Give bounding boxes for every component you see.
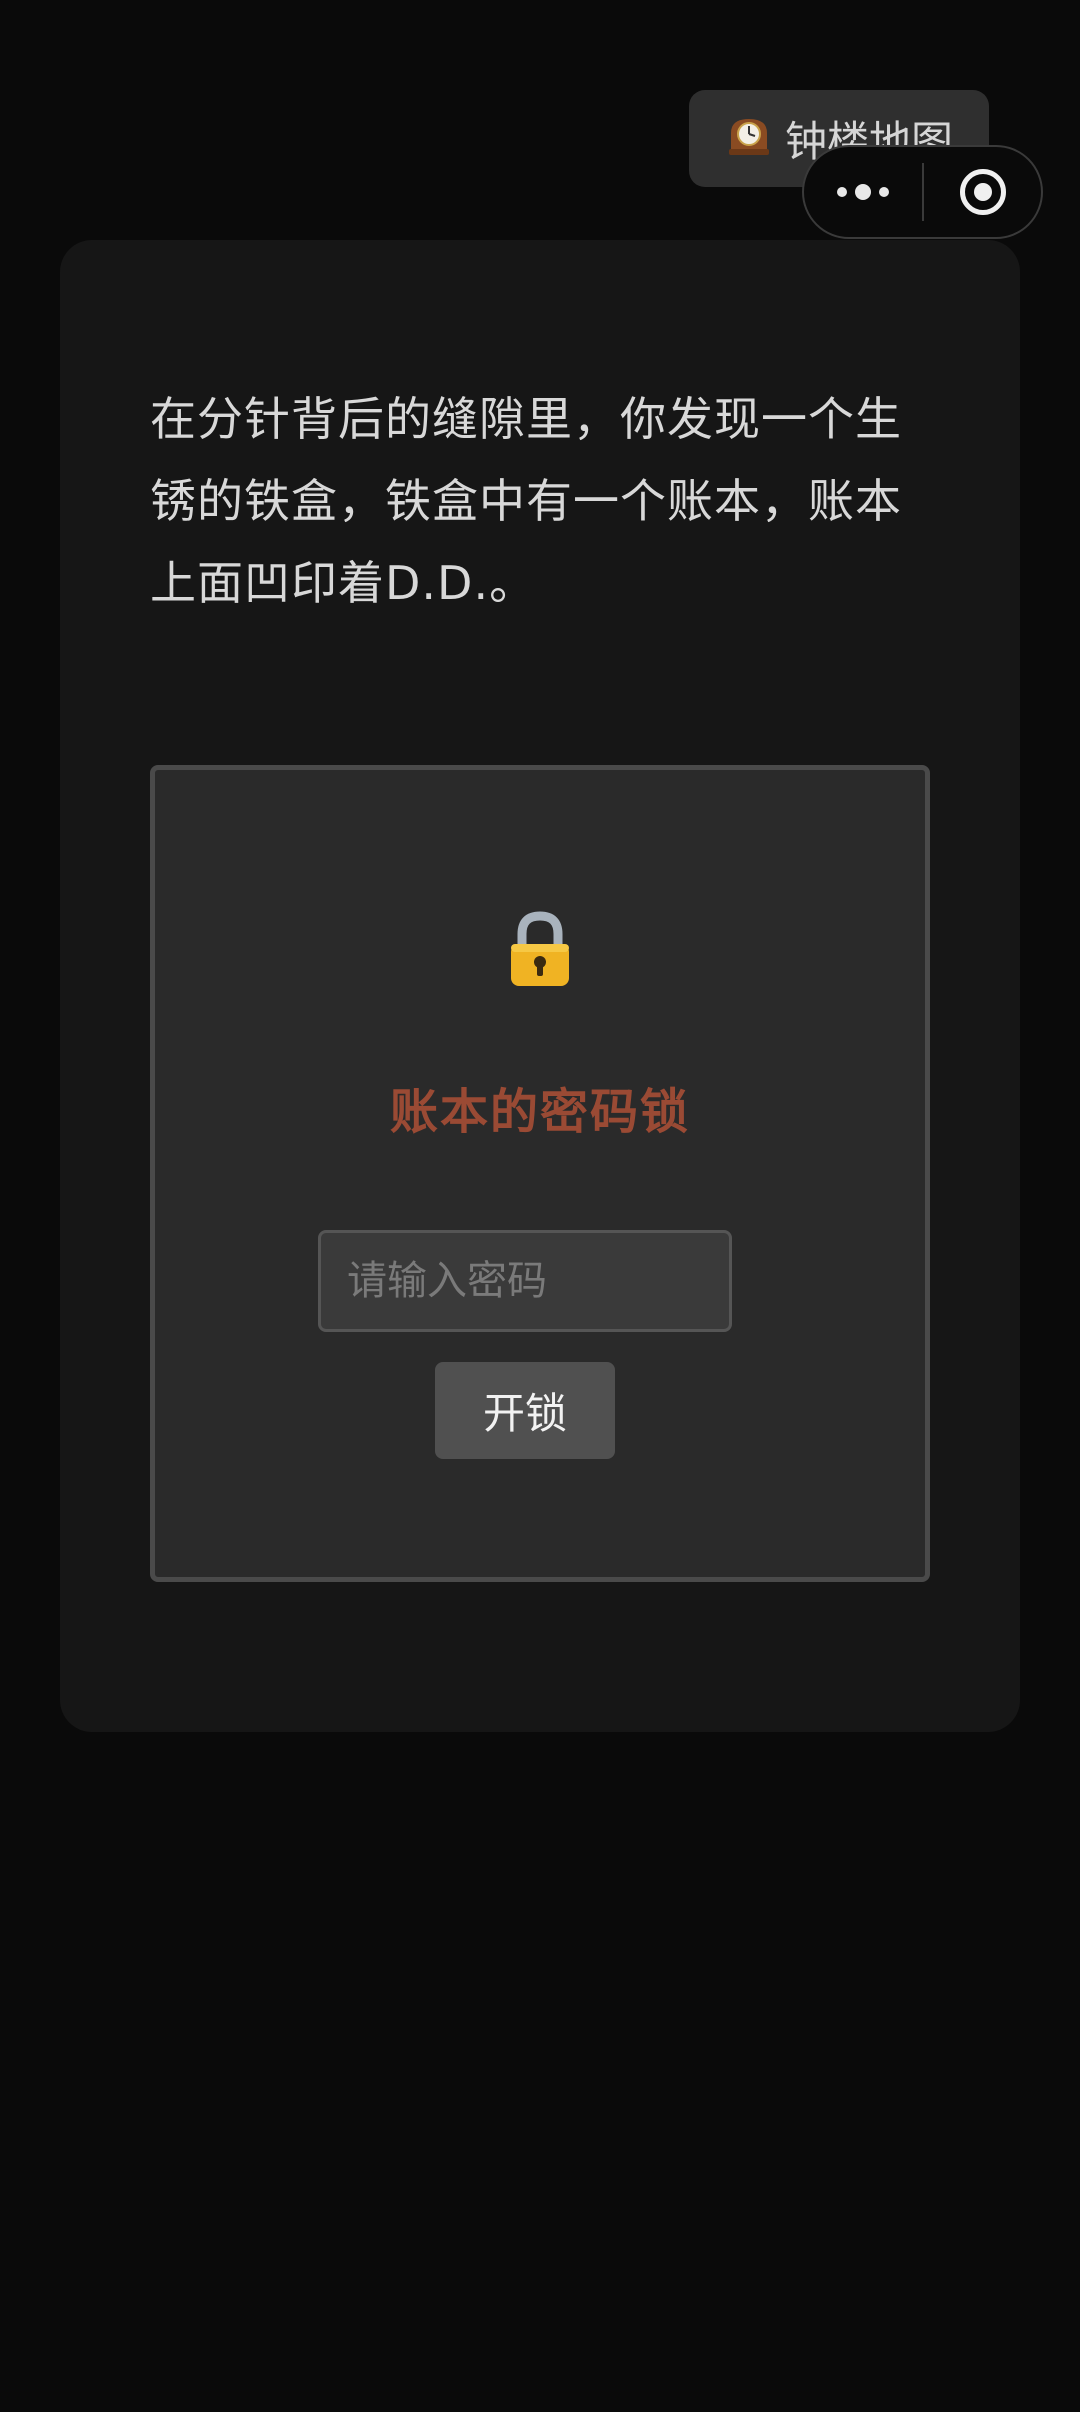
target-circle-icon bbox=[959, 169, 1006, 215]
lock-title: 账本的密码锁 bbox=[389, 1084, 690, 1140]
password-lock-panel: 账本的密码锁 开锁 bbox=[150, 765, 930, 1582]
password-input[interactable] bbox=[318, 1230, 732, 1332]
padlock-icon bbox=[155, 910, 925, 990]
more-dots-icon-center bbox=[855, 184, 871, 200]
more-dots-icon-right bbox=[879, 187, 889, 197]
more-options-button[interactable] bbox=[804, 147, 922, 237]
target-circle-core bbox=[973, 183, 992, 201]
more-dots-icon bbox=[837, 187, 847, 197]
close-mini-program-button[interactable] bbox=[924, 147, 1041, 237]
story-text: 在分针背后的缝隙里，你发现一个生锈的铁盒，铁盒中有一个账本，账本上面凹印着D.D… bbox=[150, 392, 902, 610]
mini-program-capsule bbox=[802, 145, 1043, 239]
unlock-button[interactable]: 开锁 bbox=[435, 1362, 615, 1459]
mantel-clock-icon bbox=[725, 111, 773, 167]
